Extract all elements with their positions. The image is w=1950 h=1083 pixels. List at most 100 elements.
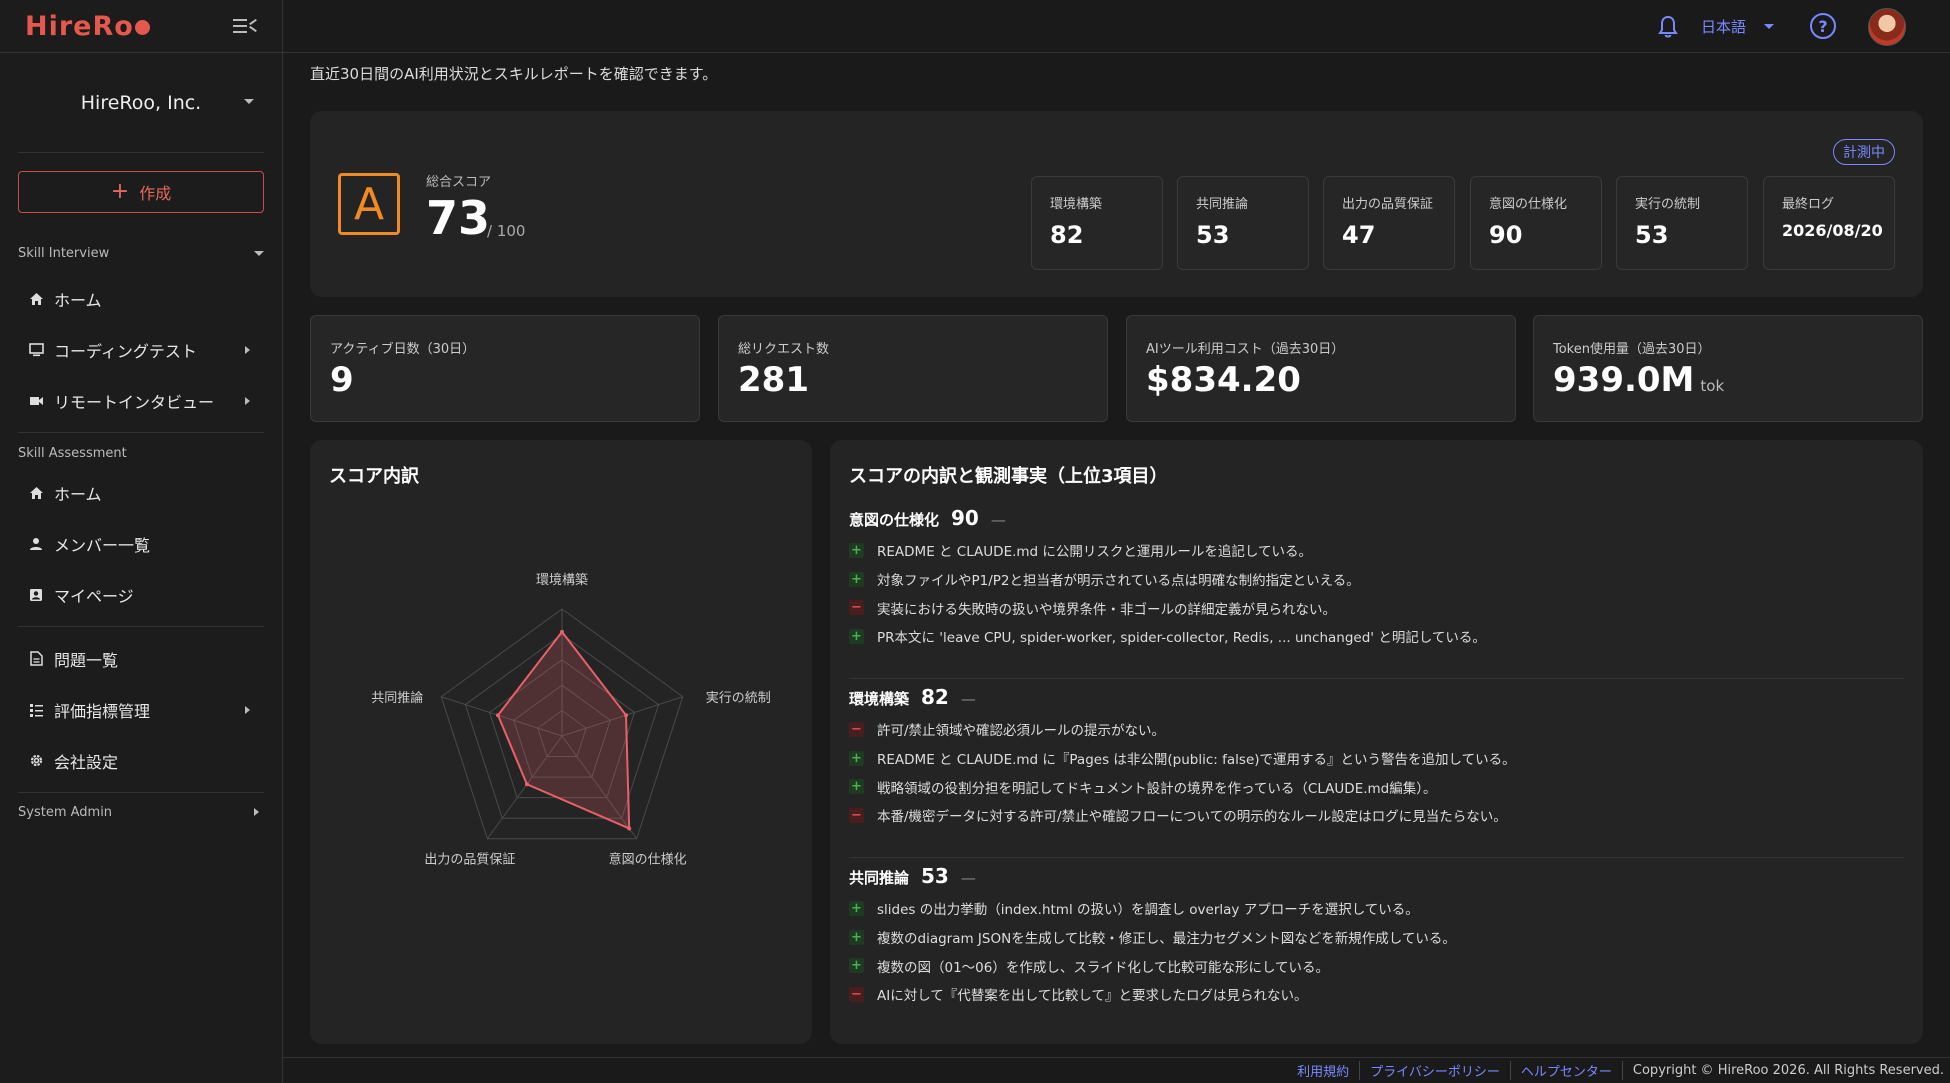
footer-link-help[interactable]: ヘルプセンター xyxy=(1511,1061,1623,1080)
metric-environment: 環境構築 82 xyxy=(1031,176,1163,270)
sidebar-item-label: 会社設定 xyxy=(54,752,119,772)
score-breakdown-card: スコア内訳 環境構築 実行の統制 意図の仕様化 出力の品質保証 共同推論 xyxy=(310,440,812,1044)
divider xyxy=(18,626,264,627)
footer-link-terms[interactable]: 利用規約 xyxy=(1287,1061,1361,1080)
sidebar-item-interview-home[interactable]: ホーム xyxy=(18,273,264,324)
observation-category: 意図の仕様化 xyxy=(849,511,940,529)
metric-value: 47 xyxy=(1342,221,1376,249)
sidebar-item-coding-test[interactable]: コーディングテスト xyxy=(18,324,264,375)
help-icon[interactable]: ? xyxy=(1810,13,1836,39)
minus-icon: − xyxy=(849,807,864,823)
metric-value: 90 xyxy=(1489,221,1523,249)
radar-data-point xyxy=(624,713,629,718)
minus-icon: − xyxy=(849,600,864,616)
observation-dash: — xyxy=(990,511,1006,529)
section-system-admin[interactable]: System Admin xyxy=(18,799,264,825)
observation-score: 90 xyxy=(951,506,979,530)
stat-active-days: アクティブ日数（30日） 9 xyxy=(310,315,700,422)
org-selector[interactable]: HireRoo, Inc. xyxy=(18,53,264,153)
observation-text: slides の出力挙動（index.html の扱い）を調査し overlay… xyxy=(877,902,1419,919)
observation-section: 共同推論 53 — + slides の出力挙動（index.html の扱い）を調査し… xyxy=(849,864,1904,1009)
divider xyxy=(18,432,264,433)
metric-value: 53 xyxy=(1635,221,1669,249)
radar-data-point xyxy=(560,629,564,634)
radar-axis-label: 環境構築 xyxy=(536,573,588,588)
sidebar-item-label: コーディングテスト xyxy=(54,341,197,361)
chevron-down-icon xyxy=(244,99,254,104)
stat-value: $834.20 xyxy=(1146,360,1301,400)
stat-value: 281 xyxy=(738,360,809,400)
list-item: − 許可/禁止領域や確認必須ルールの提示がない。 xyxy=(849,715,1904,744)
stat-label: AIツール利用コスト（過去30日） xyxy=(1146,342,1345,357)
plus-icon: + xyxy=(849,929,864,945)
list-item: + 複数のdiagram JSONを生成して比較・修正し、最注力セグメント図などを… xyxy=(849,923,1904,952)
radar-axis-label: 実行の統制 xyxy=(706,690,771,706)
sidebar-item-assessment-home[interactable]: ホーム xyxy=(18,467,264,518)
section-skill-assessment: Skill Assessment xyxy=(18,439,264,467)
observation-text: 実装における失敗時の扱いや境界条件・非ゴールの詳細定義が見られない。 xyxy=(877,601,1336,618)
language-selector[interactable]: 日本語 xyxy=(1701,14,1775,38)
section-label: System Admin xyxy=(18,804,113,820)
stat-value: 9 xyxy=(330,360,354,400)
observation-score: 82 xyxy=(921,685,949,709)
metric-execution-control: 実行の統制 53 xyxy=(1616,176,1748,270)
divider xyxy=(849,857,1904,858)
stat-value: 939.0M xyxy=(1553,360,1695,400)
list-item: − AIに対して『代替案を出して比較して』と要求したログは見られない。 xyxy=(849,980,1904,1009)
collapse-menu-icon[interactable] xyxy=(233,16,257,36)
metric-output-quality: 出力の品質保証 47 xyxy=(1323,176,1455,270)
plus-icon: + xyxy=(849,958,864,974)
metric-collaborative-reasoning: 共同推論 53 xyxy=(1177,176,1309,270)
home-icon xyxy=(28,485,44,501)
observation-section: 環境構築 82— − 許可/禁止領域や確認必須ルールの提示がない。 + README と … xyxy=(849,685,1904,830)
plus-icon: + xyxy=(849,542,864,558)
footer-link-privacy[interactable]: プライバシーポリシー xyxy=(1360,1061,1511,1080)
sidebar-item-questions[interactable]: 問題一覧 xyxy=(18,633,264,684)
observation-text: 複数の図（01〜06）を作成し、スライド化して比較可能な形にしている。 xyxy=(877,959,1330,976)
metric-label: 実行の統制 xyxy=(1635,197,1701,212)
radar-chart: 環境構築実行の統制意図の仕様化 出力の品質保証 共同推論 xyxy=(371,573,771,868)
sidebar-item-label: 問題一覧 xyxy=(54,650,119,670)
minus-icon: − xyxy=(849,986,864,1002)
plus-icon: + xyxy=(849,779,864,795)
score-label: 総合スコア xyxy=(426,175,492,190)
avatar[interactable] xyxy=(1868,8,1906,46)
list-item: + README と CLAUDE.md に『Pages は非公開(public:… xyxy=(849,744,1904,773)
overall-score-card: A 総合スコア 73 / 100 計測中 環境構築 82 共同推論 53 出力の… xyxy=(310,111,1923,297)
hireroo-logo[interactable]: HireRo xyxy=(25,11,150,42)
create-button[interactable]: + 作成 xyxy=(18,171,264,213)
observation-score: 53 xyxy=(921,864,949,888)
stat-unit: tok xyxy=(1700,377,1725,395)
plus-icon: + xyxy=(849,900,864,916)
observation-category: 環境構築 xyxy=(849,690,910,708)
stat-label: アクティブ日数（30日） xyxy=(330,342,476,357)
plus-icon: + xyxy=(849,628,864,644)
monitor-icon xyxy=(28,342,44,358)
language-label: 日本語 xyxy=(1701,17,1747,36)
sidebar-item-members[interactable]: メンバー一覧 xyxy=(18,518,264,569)
observation-text: 複数のdiagram JSONを生成して比較・修正し、最注力セグメント図などを新… xyxy=(877,931,1456,948)
footer: 利用規約 プライバシーポリシー ヘルプセンター Copyright © Hire… xyxy=(283,1057,1950,1083)
observation-heading: 共同推論 53 — xyxy=(849,864,1904,894)
page-subtitle: 直近30日間のAI利用状況とスキルレポートを確認できます。 xyxy=(310,65,718,83)
metric-value: 82 xyxy=(1050,221,1084,249)
sidebar: HireRo HireRoo, Inc. + 作成 Skill Intervie… xyxy=(0,0,283,1083)
sidebar-item-company-settings[interactable]: 会社設定 xyxy=(18,735,264,786)
metric-label: 環境構築 xyxy=(1050,197,1103,212)
observation-text: 本番/機密データに対する許可/禁止や確認フローについての明示的なルール設定はログ… xyxy=(877,809,1507,826)
sidebar-item-label: リモートインタビュー xyxy=(54,392,215,412)
sidebar-item-label: 評価指標管理 xyxy=(54,701,151,721)
sidebar-item-evaluation-metrics[interactable]: 評価指標管理 xyxy=(18,684,264,735)
section-skill-interview[interactable]: Skill Interview xyxy=(18,233,264,273)
sidebar-item-remote-interview[interactable]: リモートインタビュー xyxy=(18,375,264,426)
list-item: + 戦略領域の役割分担を明記してドキュメント設計の境界を作っている（CLAUDE.… xyxy=(849,772,1904,801)
metric-label: 最終ログ xyxy=(1782,197,1835,212)
radar-data-point xyxy=(627,826,632,831)
bell-icon[interactable] xyxy=(1657,15,1679,39)
radar-data-point xyxy=(495,713,500,718)
sidebar-item-my-page[interactable]: マイページ xyxy=(18,569,264,620)
stat-total-requests: 総リクエスト数 281 xyxy=(718,315,1108,422)
metric-value: 53 xyxy=(1196,221,1230,249)
radar-axis-label: 意図の仕様化 xyxy=(609,852,687,868)
grade-badge: A xyxy=(338,173,400,235)
